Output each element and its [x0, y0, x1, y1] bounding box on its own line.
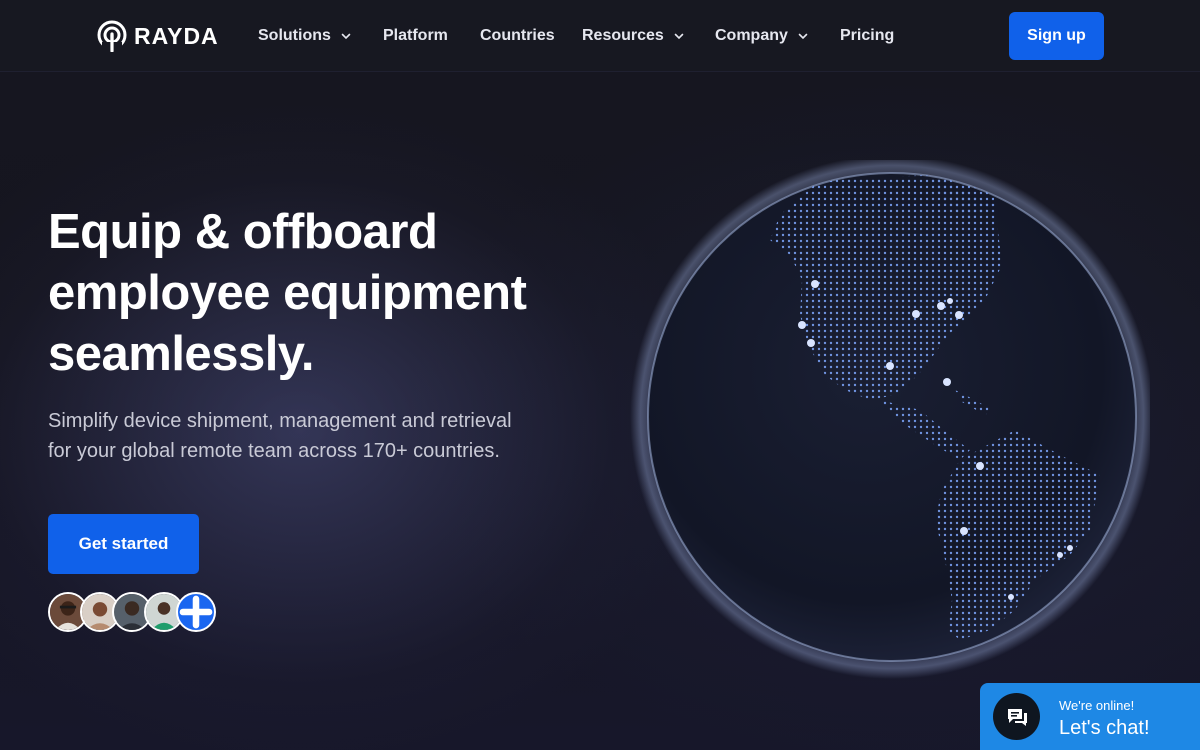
top-navigation: RAYDA Solutions Platform Countries Resou…: [0, 0, 1200, 72]
hero-subtitle: Simplify device shipment, management and…: [48, 406, 568, 466]
chevron-down-icon: [798, 33, 808, 40]
chat-status-text: We're online!: [1059, 698, 1135, 713]
nav-item-solutions[interactable]: Solutions: [258, 26, 352, 46]
nav-item-pricing[interactable]: Pricing: [840, 26, 894, 46]
nav-item-label: Solutions: [258, 27, 331, 44]
hero-headline: Equip & offboard employee equipment seam…: [48, 202, 568, 385]
globe-icon: [630, 155, 1154, 679]
live-chat-widget[interactable]: We're online! Let's chat!: [980, 683, 1200, 750]
globe-illustration: [630, 155, 1154, 680]
chevron-down-icon: [674, 33, 684, 40]
brand-name: RAYDA: [134, 22, 219, 49]
headline-line: seamlessly.: [48, 327, 315, 381]
subtitle-line: Simplify device shipment, management and…: [48, 410, 512, 432]
chat-bubble-glyph: [1007, 708, 1027, 726]
nav-item-platform[interactable]: Platform: [383, 26, 448, 46]
headline-line: employee equipment: [48, 266, 527, 320]
nav-item-company[interactable]: Company: [715, 26, 809, 46]
nav-item-countries[interactable]: Countries: [480, 26, 555, 46]
nav-item-label: Countries: [480, 27, 555, 44]
get-started-button[interactable]: Get started: [48, 514, 199, 574]
nav-item-resources[interactable]: Resources: [582, 26, 685, 46]
plus-icon: [179, 595, 213, 629]
rayda-logo-icon: [97, 20, 127, 52]
brand-logo[interactable]: RAYDA: [96, 19, 219, 53]
sign-up-button[interactable]: Sign up: [1009, 12, 1104, 60]
nav-item-label: Resources: [582, 27, 664, 44]
nav-item-label: Company: [715, 27, 788, 44]
headline-line: Equip & offboard: [48, 205, 438, 259]
chevron-down-icon: [341, 33, 351, 40]
nav-item-label: Platform: [383, 27, 448, 44]
chat-bubble-icon: [993, 693, 1040, 740]
subtitle-line: for your global remote team across 170+ …: [48, 440, 500, 462]
nav-item-label: Pricing: [840, 27, 895, 44]
chat-cta-text: Let's chat!: [1059, 717, 1150, 739]
more-avatars-badge: [176, 592, 216, 632]
